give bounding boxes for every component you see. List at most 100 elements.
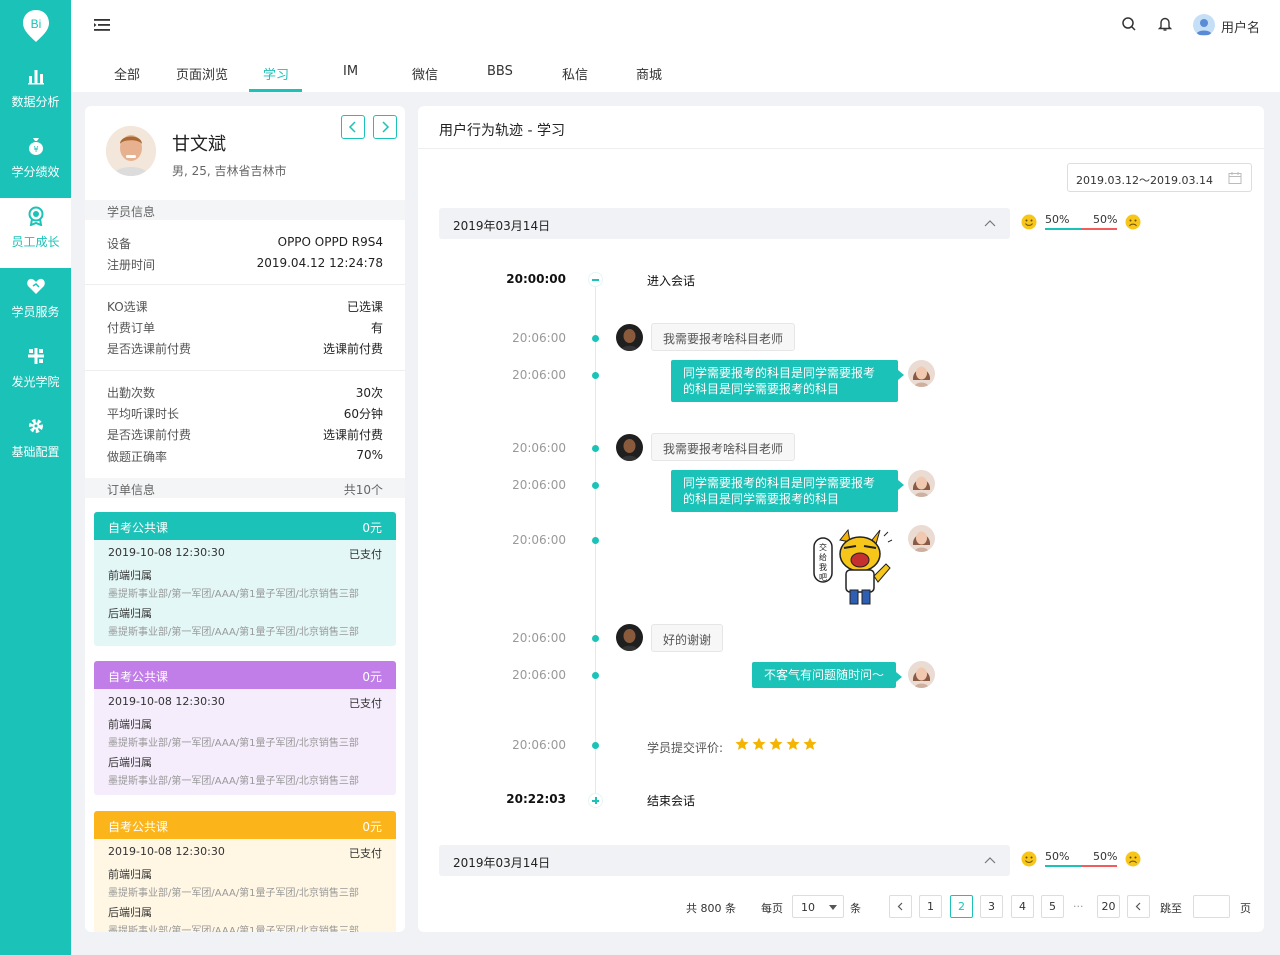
student-demographics: 男, 25, 吉林省吉林市 [172, 164, 287, 178]
chevron-left-icon [348, 121, 356, 133]
user-avatar[interactable] [1193, 14, 1215, 36]
teacher-message: 同学需要报考的科目是同学需要报考的科目是同学需要报考的科目 [671, 360, 904, 402]
sentiment-indicator: 50% 50% [1021, 850, 1146, 870]
back-owner-value: 墨提斯事业部/第一军团/AAA/第1量子军团/北京销售三部 [108, 926, 359, 932]
page-button-2[interactable]: 2 [950, 895, 973, 918]
panel-title: 用户行为轨迹 - 学习 [439, 123, 565, 139]
order-title: 自考公共课 [108, 820, 169, 834]
tab-private-message[interactable]: 私信 [562, 64, 588, 83]
order-info-header: 订单信息 共10个 [85, 478, 405, 498]
timeline-dot [592, 482, 599, 489]
back-owner-label: 后端归属 [108, 607, 152, 620]
star-icon [803, 737, 817, 750]
teacher-chat-photo [908, 360, 935, 387]
collapse-session-icon[interactable] [588, 272, 603, 287]
expand-session-icon[interactable] [588, 793, 603, 808]
divider [418, 148, 1264, 149]
jump-page-input[interactable] [1193, 895, 1230, 918]
date-range-picker[interactable]: 2019.03.12～2019.03.14 [1067, 163, 1252, 192]
tab-study[interactable]: 学习 [263, 64, 289, 83]
back-owner-value: 墨提斯事业部/第一军团/AAA/第1量子军团/北京销售三部 [108, 776, 359, 787]
sidebar-item-academy[interactable]: 发光学院 [0, 338, 71, 408]
chevron-up-icon[interactable] [984, 856, 996, 864]
device-row: 设备 OPPO OPPD R9S4 [107, 235, 383, 251]
happy-face-icon [1021, 214, 1037, 230]
student-chat-photo [616, 624, 643, 651]
page-ellipsis[interactable]: ··· [1073, 900, 1084, 913]
sidebar-item-label: 基础配置 [11, 445, 60, 459]
order-card[interactable]: 自考公共课 0元 2019-10-08 12:30:30 已支付 前端归属 墨提… [94, 661, 396, 795]
per-page-select[interactable]: 10 [792, 895, 844, 918]
happy-face-icon [1021, 851, 1037, 867]
message-time: 20:06:00 [512, 668, 566, 682]
next-student-button[interactable] [373, 115, 397, 139]
tab-all[interactable]: 全部 [114, 64, 140, 83]
user-avatar-icon [1196, 19, 1212, 35]
page-button-last[interactable]: 20 [1097, 895, 1120, 918]
paid-order-value: 有 [370, 321, 383, 335]
tab-bbs[interactable]: BBS [487, 64, 513, 79]
teacher-chat-avatar [908, 525, 935, 552]
tab-wechat[interactable]: 微信 [412, 64, 438, 83]
star-icon [786, 737, 800, 750]
prepay-label: 是否选课前付费 [107, 342, 192, 356]
front-owner-value: 墨提斯事业部/第一军团/AAA/第1量子军团/北京销售三部 [108, 738, 359, 749]
sticker-text-1: 交 [819, 542, 827, 552]
sidebar-item-data-analysis[interactable]: 数据分析 [0, 58, 71, 128]
prepay-row: 是否选课前付费 选课前付费 [107, 340, 383, 356]
teacher-message: 同学需要报考的科目是同学需要报考的科目是同学需要报考的科目 [671, 470, 904, 512]
accuracy-value: 70% [356, 448, 383, 462]
calendar-icon [1228, 172, 1242, 184]
order-count: 共10个 [343, 483, 383, 497]
tab-mall[interactable]: 商城 [636, 64, 662, 83]
chevron-up-icon[interactable] [984, 219, 996, 227]
medal-icon [28, 206, 44, 226]
star-icon [769, 737, 783, 750]
top-bar: 全部 页面浏览 学习 IM 微信 BBS 私信 商城 用户名 [71, 0, 1280, 92]
front-owner-label: 前端归属 [108, 718, 152, 731]
teacher-chat-photo [908, 661, 935, 688]
student-chat-photo [616, 434, 643, 461]
page-button-3[interactable]: 3 [980, 895, 1003, 918]
order-status: 已支付 [349, 847, 382, 860]
sidebar-item-base-config[interactable]: 基础配置 [0, 408, 71, 478]
teacher-chat-photo [908, 525, 935, 552]
search-icon[interactable] [1121, 16, 1137, 32]
menu-toggle-icon[interactable] [93, 16, 111, 34]
order-card[interactable]: 自考公共课 0元 2019-10-08 12:30:30 已支付 前端归属 墨提… [94, 512, 396, 646]
student-name: 甘文斌 [172, 134, 226, 155]
page-button-4[interactable]: 4 [1011, 895, 1034, 918]
timeline-dot [592, 335, 599, 342]
tab-im[interactable]: IM [343, 64, 358, 79]
teacher-chat-avatar [908, 470, 935, 497]
message-time: 20:06:00 [512, 478, 566, 492]
prev-page-button[interactable] [889, 895, 912, 918]
day-group-header[interactable]: 2019年03月14日 [439, 845, 1010, 876]
sidebar-item-credit-performance[interactable]: ¥ 学分绩效 [0, 128, 71, 198]
order-card[interactable]: 自考公共课 0元 2019-10-08 12:30:30 已支付 前端归属 墨提… [94, 811, 396, 932]
tab-page-views[interactable]: 页面浏览 [176, 64, 228, 83]
next-page-button[interactable] [1127, 895, 1150, 918]
username[interactable]: 用户名 [1221, 17, 1260, 36]
page-button-1[interactable]: 1 [919, 895, 942, 918]
sidebar-item-employee-growth[interactable]: 员工成长 [0, 198, 71, 268]
order-price: 0元 [362, 670, 382, 684]
rating-label: 学员提交评价: [647, 741, 724, 755]
register-time-label: 注册时间 [107, 258, 156, 272]
day-group-header[interactable]: 2019年03月14日 [439, 208, 1010, 239]
chevron-left-icon [897, 902, 903, 911]
back-owner-label: 后端归属 [108, 756, 152, 769]
prev-student-button[interactable] [341, 115, 365, 139]
sidebar-item-label: 发光学院 [11, 375, 60, 389]
bell-icon[interactable] [1157, 16, 1173, 32]
front-owner-value: 墨提斯事业部/第一军团/AAA/第1量子军团/北京销售三部 [108, 888, 359, 899]
sidebar-item-student-service[interactable]: 学员服务 [0, 268, 71, 338]
teacher-chat-avatar [908, 360, 935, 387]
timeline-dot [592, 372, 599, 379]
page-button-5[interactable]: 5 [1041, 895, 1064, 918]
logo-icon[interactable]: Bi [22, 9, 50, 43]
sidebar-item-label: 学员服务 [11, 305, 60, 319]
message-time: 20:06:00 [512, 441, 566, 455]
per-page-value: 10 [801, 901, 815, 914]
order-title: 自考公共课 [108, 670, 169, 684]
